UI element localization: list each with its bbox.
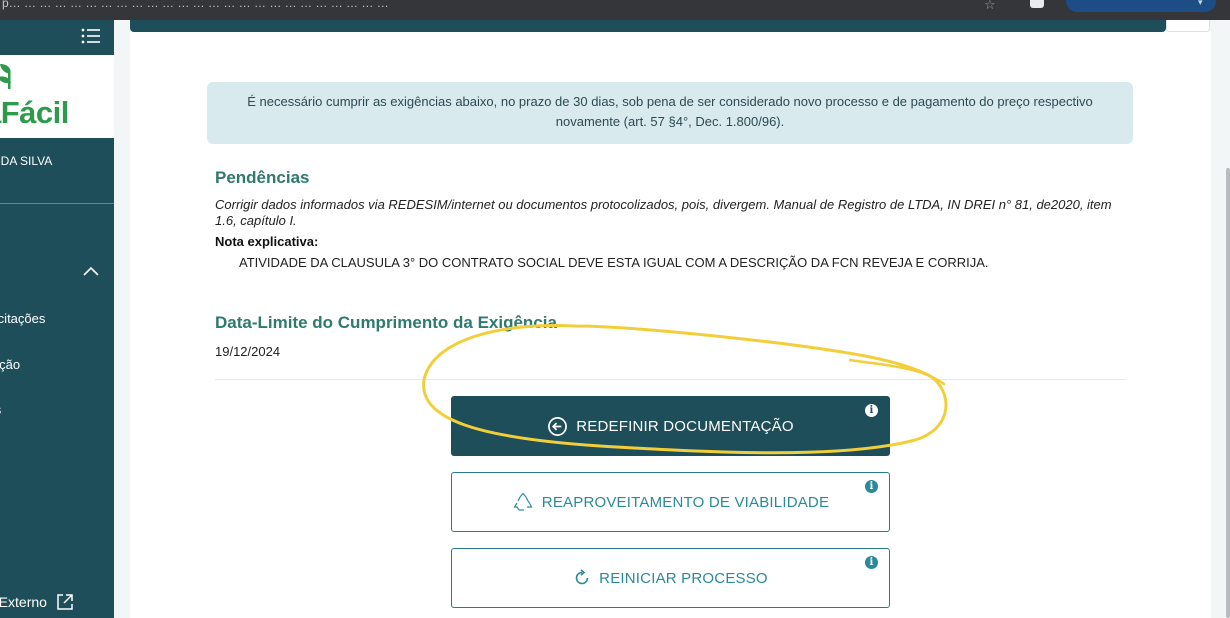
external-link-icon <box>57 594 73 610</box>
chevron-up-icon[interactable] <box>82 264 100 278</box>
sidebar: aFácil MA DA SILVA 15 Solicitações icita… <box>0 20 114 618</box>
reaproveitamento-label: REAPROVEITAMENTO DE VIABILIDADE <box>541 493 830 511</box>
redefinir-label: REDEFINIR DOCUMENTAÇÃO <box>576 417 794 435</box>
browser-action-pill[interactable] <box>1066 0 1216 12</box>
user-name: MA DA SILVA <box>0 154 53 168</box>
reaproveitamento-viabilidade-button[interactable]: REAPROVEITAMENTO DE VIABILIDADE i <box>451 472 890 532</box>
menu-list-icon[interactable] <box>80 27 102 45</box>
chevron-down-icon: ▾ <box>1198 0 1203 7</box>
arrow-left-circle-icon <box>548 416 568 436</box>
sidebar-item-solicitacoes[interactable]: Solicitações <box>0 311 45 326</box>
header-side-box <box>1166 20 1210 32</box>
deadline-title: Data-Limite do Cumprimento da Exigência <box>215 313 557 332</box>
logo[interactable]: aFácil <box>0 55 114 138</box>
address-bar[interactable]: p… … … … … … … … … … … … … … … … … … … …… <box>0 0 980 20</box>
main-panel: É necessário cumprir as exigências abaix… <box>130 32 1211 618</box>
external-link-label: tal Externo <box>0 594 47 610</box>
sidebar-item-portal-externo[interactable]: tal Externo <box>0 590 75 614</box>
refresh-icon <box>575 569 589 585</box>
nota-explicativa-text: ATIVIDADE DA CLAUSULA 3° DO CONTRATO SOC… <box>239 255 989 270</box>
logo-mark-icon <box>0 64 11 89</box>
sidebar-item-solicitacao[interactable]: icitação <box>0 357 20 372</box>
scrollbar-thumb[interactable] <box>1226 168 1230 618</box>
deadline-notice: É necessário cumprir as exigências abaix… <box>207 82 1133 144</box>
sidebar-divider <box>0 203 114 204</box>
recycle-icon <box>513 492 533 511</box>
redefinir-documentacao-button[interactable]: REDEFINIR DOCUMENTAÇÃO i <box>451 396 890 456</box>
bookmark-star-icon[interactable]: ☆ <box>984 0 996 13</box>
sidebar-item-uras[interactable]: uras <box>0 402 1 417</box>
pendencias-text: Corrigir dados informados via REDESIM/in… <box>215 197 1112 228</box>
reiniciar-processo-button[interactable]: REINICIAR PROCESSO i <box>451 548 890 608</box>
deadline-date: 19/12/2024 <box>215 344 281 359</box>
profile-icon[interactable] <box>1030 0 1044 8</box>
browser-toolbar: p… … … … … … … … … … … … … … … … … … … …… <box>0 0 1230 20</box>
section-divider <box>215 379 1126 380</box>
page-header-bar <box>130 20 1166 32</box>
nota-explicativa-label: Nota explicativa: <box>215 234 319 249</box>
info-icon[interactable]: i <box>865 556 878 569</box>
info-icon[interactable]: i <box>865 480 878 493</box>
reiniciar-label: REINICIAR PROCESSO <box>599 569 768 587</box>
logo-text: aFácil <box>0 95 69 130</box>
pendencias-title: Pendências <box>215 168 310 187</box>
info-icon[interactable]: i <box>865 404 878 417</box>
